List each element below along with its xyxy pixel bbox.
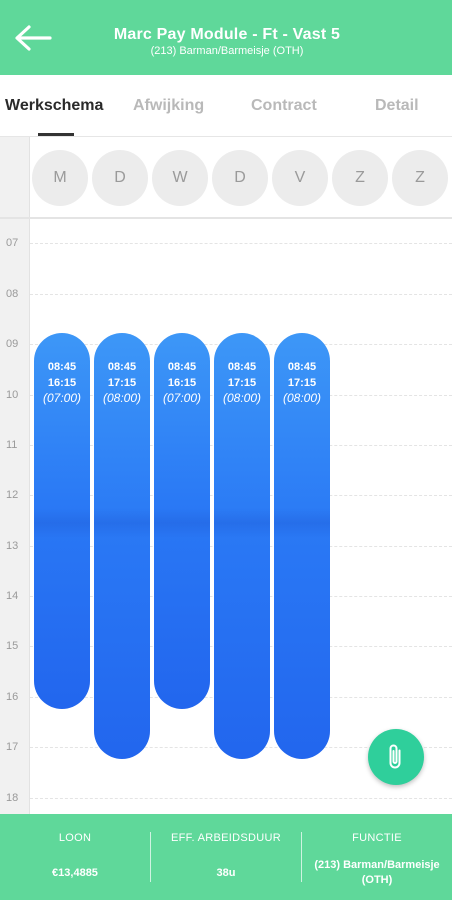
shift-times: 08:45 17:15 (08:00)	[274, 360, 330, 407]
shift-times: 08:45 16:15 (07:00)	[34, 360, 90, 407]
shift-band	[154, 508, 210, 538]
page-subtitle: (213) Barman/Barmeisje (OTH)	[150, 45, 304, 57]
shift-band	[94, 508, 150, 538]
tab-bar: Werkschema Afwijking Contract Detail	[0, 75, 452, 137]
tab-werkschema[interactable]: Werkschema	[5, 97, 103, 115]
weekday-row: M D W D V Z Z	[0, 137, 452, 219]
functie-value: (213) Barman/Barmeisje (OTH)	[314, 859, 440, 886]
shift-times: 08:45 17:15 (08:00)	[94, 360, 150, 407]
hour-gridline	[30, 243, 452, 244]
hour-gridline	[30, 798, 452, 799]
shift-duration: (07:00)	[42, 391, 82, 405]
day-tuesday[interactable]: D	[92, 150, 148, 206]
day-sunday[interactable]: Z	[392, 150, 448, 206]
functie-label: FUNCTIE	[352, 832, 402, 844]
hour-label: 10	[6, 389, 19, 401]
day-thursday[interactable]: D	[212, 150, 268, 206]
loon-label: LOON	[58, 832, 92, 844]
hour-label: 18	[6, 792, 19, 804]
shift-times: 08:45 16:15 (07:00)	[154, 360, 210, 407]
hour-label: 17	[6, 741, 19, 753]
arbeidsduur-label: EFF. ARBEIDSDUUR	[171, 832, 281, 844]
day-saturday[interactable]: Z	[332, 150, 388, 206]
tab-detail[interactable]: Detail	[375, 97, 419, 115]
day-wednesday[interactable]: W	[152, 150, 208, 206]
footer-summary: LOON €13,4885 EFF. ARBEIDSDUUR 38u FUNCT…	[0, 814, 452, 900]
shift-block-wednesday[interactable]: 08:45 16:15 (07:00)	[154, 333, 210, 709]
arbeidsduur-value: 38u	[216, 867, 236, 879]
hour-label: 07	[6, 237, 19, 249]
attachment-button[interactable]	[368, 729, 424, 785]
page-title: Marc Pay Module - Ft - Vast 5	[113, 26, 341, 43]
hour-label: 13	[6, 540, 19, 552]
footer-arbeidsduur: EFF. ARBEIDSDUUR 38u	[151, 814, 301, 900]
paperclip-icon	[389, 744, 401, 769]
hour-label: 11	[6, 439, 18, 451]
loon-value: €13,4885	[52, 867, 98, 879]
shift-start: 08:45	[107, 361, 137, 373]
day-friday[interactable]: V	[272, 150, 328, 206]
hour-label: 16	[6, 691, 19, 703]
shift-duration: (08:00)	[222, 391, 262, 405]
shift-start: 08:45	[227, 361, 257, 373]
footer-functie: FUNCTIE (213) Barman/Barmeisje (OTH)	[302, 814, 452, 900]
shift-end: 16:15	[47, 376, 77, 389]
hour-label: 14	[6, 590, 19, 602]
shift-duration: (08:00)	[282, 391, 322, 405]
shift-block-tuesday[interactable]: 08:45 17:15 (08:00)	[94, 333, 150, 759]
tab-afwijking[interactable]: Afwijking	[133, 97, 204, 115]
day-monday[interactable]: M	[32, 150, 88, 206]
shift-times: 08:45 17:15 (08:00)	[214, 360, 270, 407]
shift-start: 08:45	[287, 361, 317, 373]
shift-duration: (07:00)	[162, 391, 202, 405]
hour-label: 08	[6, 288, 19, 300]
shift-start: 08:45	[167, 361, 197, 373]
shift-band	[34, 508, 90, 538]
shift-end: 16:15	[167, 376, 197, 389]
shift-duration: (08:00)	[102, 391, 142, 405]
shift-block-friday[interactable]: 08:45 17:15 (08:00)	[274, 333, 330, 759]
shift-start: 08:45	[47, 361, 77, 373]
active-tab-indicator	[38, 133, 74, 136]
shift-end: 17:15	[107, 376, 137, 389]
hour-label: 12	[6, 489, 19, 501]
shift-block-monday[interactable]: 08:45 16:15 (07:00)	[34, 333, 90, 709]
hour-gridline	[30, 294, 452, 295]
tab-contract[interactable]: Contract	[251, 97, 317, 115]
footer-loon: LOON €13,4885	[0, 814, 150, 900]
shift-end: 17:15	[227, 376, 257, 389]
shift-band	[274, 508, 330, 538]
app-header: Marc Pay Module - Ft - Vast 5 (213) Barm…	[0, 0, 452, 75]
shift-band	[214, 508, 270, 538]
shift-end: 17:15	[287, 376, 317, 389]
hour-label: 09	[6, 338, 19, 350]
shift-block-thursday[interactable]: 08:45 17:15 (08:00)	[214, 333, 270, 759]
hour-label: 15	[6, 640, 19, 652]
